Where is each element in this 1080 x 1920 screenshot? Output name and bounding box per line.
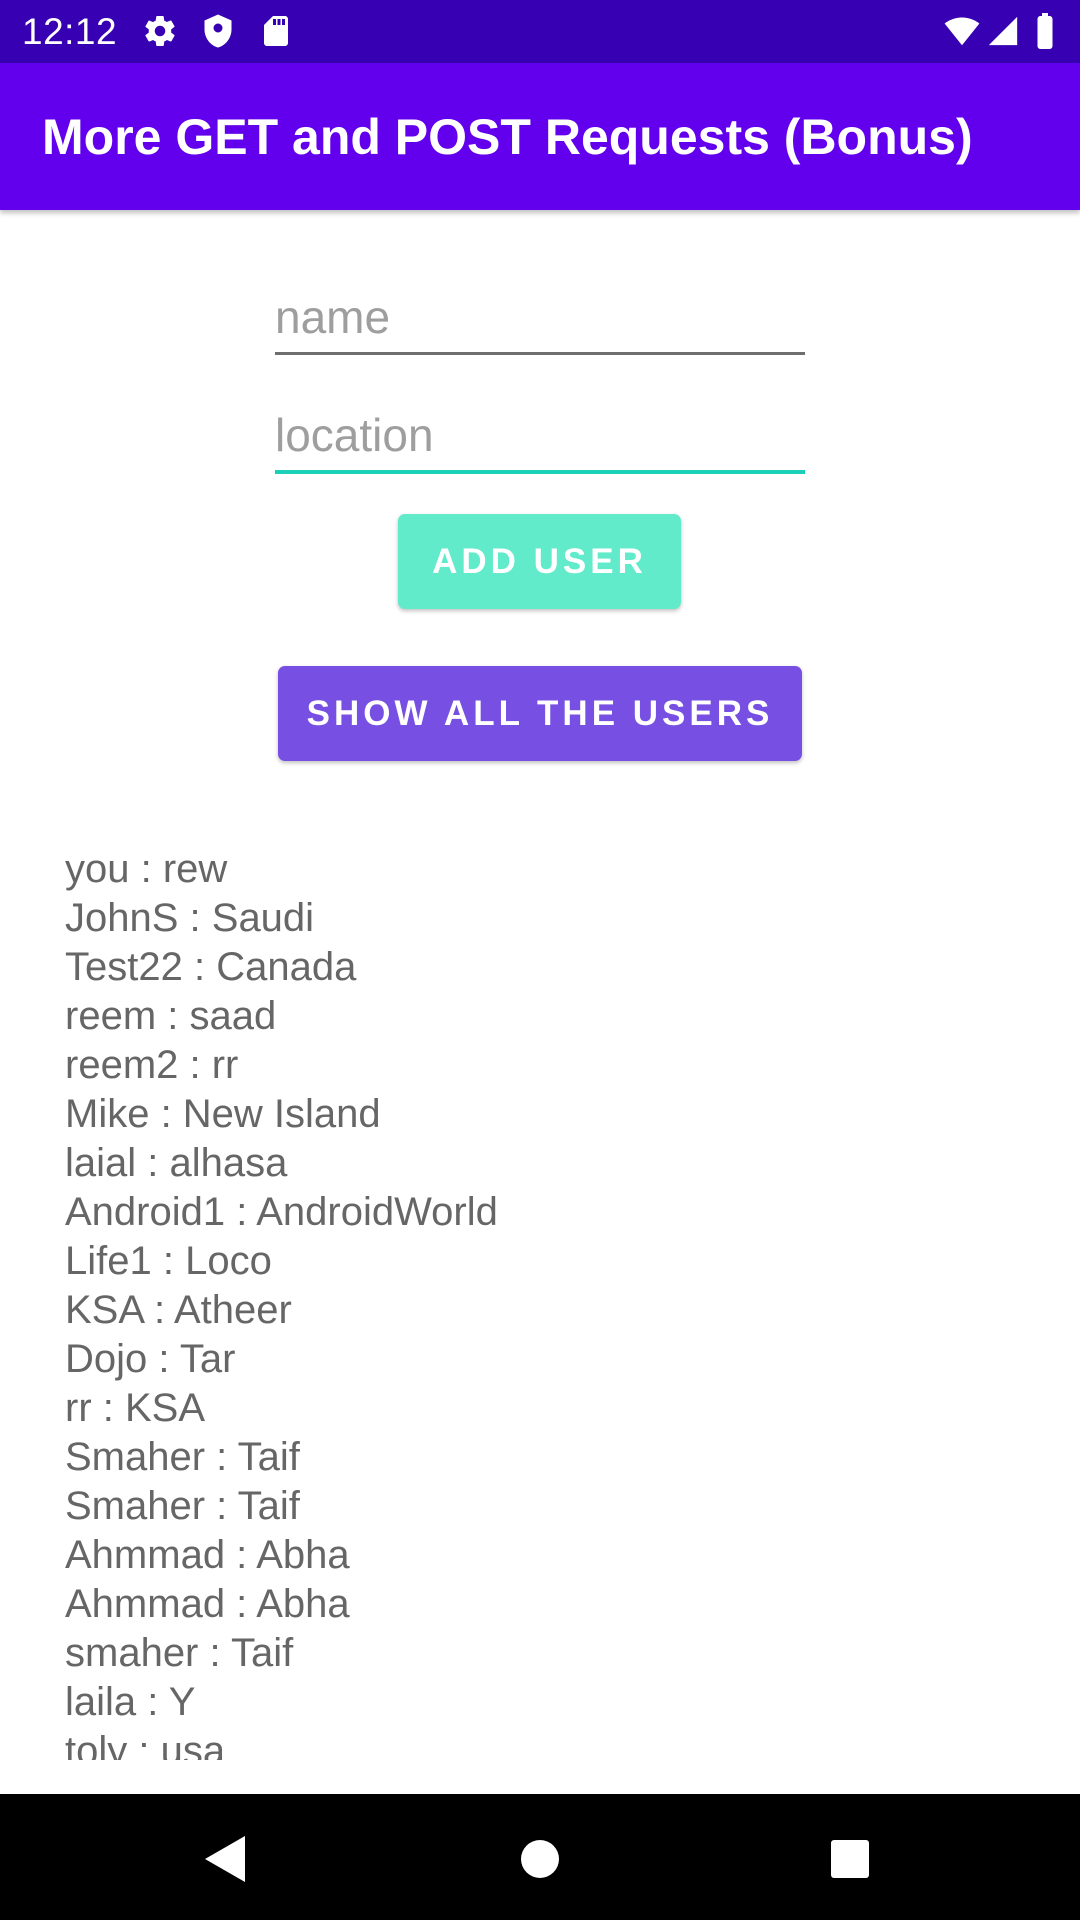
list-item: JohnS : Saudi xyxy=(65,896,315,940)
list-item: you : rew xyxy=(65,847,228,891)
list-item: toly : usa xyxy=(65,1729,226,1760)
list-item: laial : alhasa xyxy=(65,1141,288,1185)
show-all-users-button[interactable]: SHOW ALL THE USERS xyxy=(278,666,802,761)
navigation-bar xyxy=(0,1794,1080,1920)
list-item: laila : Y xyxy=(65,1680,196,1724)
recents-icon[interactable] xyxy=(815,1824,885,1894)
app-bar: More GET and POST Requests (Bonus) xyxy=(0,63,1080,210)
gear-icon xyxy=(142,13,178,49)
back-icon[interactable] xyxy=(190,1824,260,1894)
list-item: Smaher : Taif xyxy=(65,1484,300,1528)
users-list[interactable]: you : rew JohnS : Saudi Test22 : Canada ree… xyxy=(65,845,965,1760)
list-item: reem2 : rr xyxy=(65,1043,239,1087)
list-item: Dojo : Tar xyxy=(65,1337,236,1381)
name-field[interactable] xyxy=(275,290,805,355)
name-field-underline xyxy=(275,352,805,355)
list-item: Mike : New Island xyxy=(65,1092,381,1136)
sd-card-icon xyxy=(258,13,294,49)
list-item: Ahmmad : Abha xyxy=(65,1582,350,1626)
list-item: Life1 : Loco xyxy=(65,1239,272,1283)
location-field[interactable] xyxy=(275,408,805,474)
list-item: reem : saad xyxy=(65,994,277,1038)
page-title: More GET and POST Requests (Bonus) xyxy=(42,109,973,165)
wifi-icon xyxy=(942,13,980,49)
list-item: smaher : Taif xyxy=(65,1631,294,1675)
list-item: rr : KSA xyxy=(65,1386,206,1430)
shield-icon xyxy=(200,13,236,49)
status-bar: 12:12 xyxy=(0,0,1080,63)
status-time: 12:12 xyxy=(22,11,118,52)
add-user-button[interactable]: ADD USER xyxy=(398,514,681,609)
location-input[interactable] xyxy=(275,408,805,470)
cellular-signal-icon xyxy=(986,13,1022,49)
location-field-underline xyxy=(275,470,805,474)
battery-icon xyxy=(1034,13,1070,49)
list-item: Ahmmad : Abha xyxy=(65,1533,350,1577)
name-input[interactable] xyxy=(275,290,805,352)
list-item: Smaher : Taif xyxy=(65,1435,300,1479)
list-item: Test22 : Canada xyxy=(65,945,357,989)
list-item: Android1 : AndroidWorld xyxy=(65,1190,498,1234)
list-item: KSA : Atheer xyxy=(65,1288,292,1332)
home-icon[interactable] xyxy=(505,1824,575,1894)
